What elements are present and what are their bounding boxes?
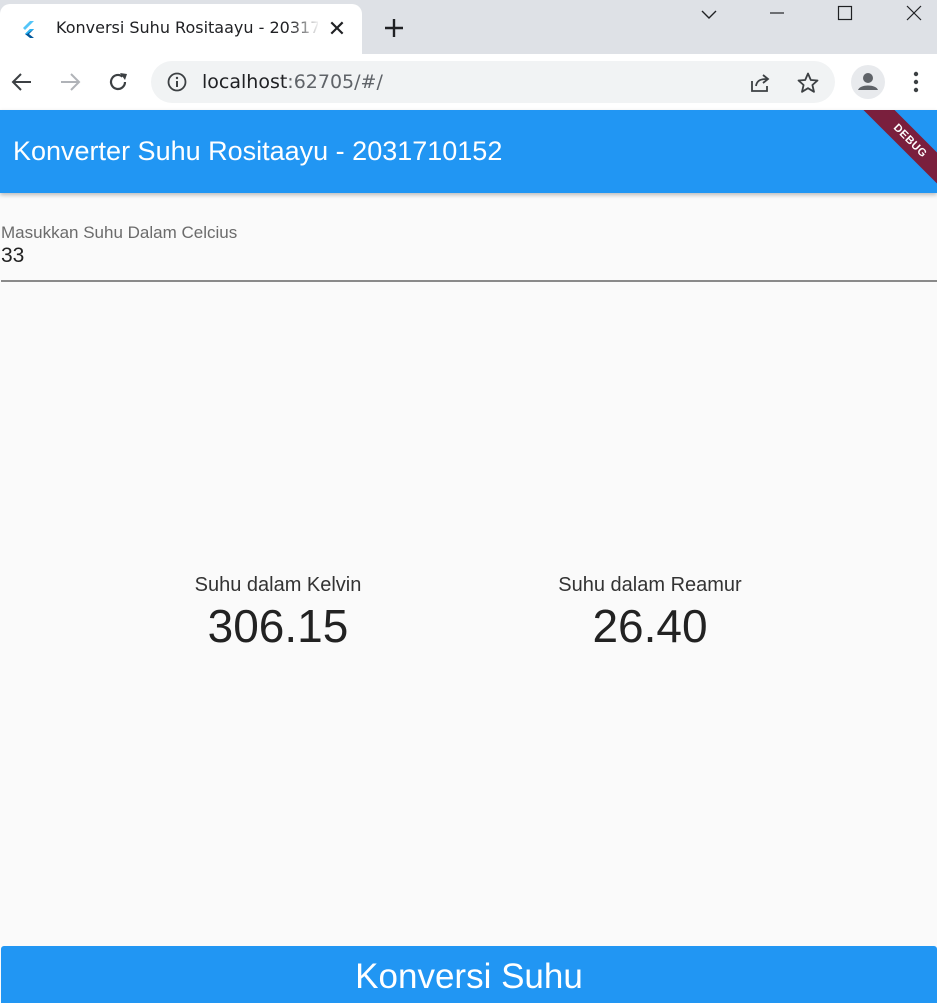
kelvin-label: Suhu dalam Kelvin bbox=[194, 574, 362, 596]
address-bar[interactable]: localhost:62705/#/ bbox=[151, 61, 835, 103]
celcius-input-field[interactable]: Masukkan Suhu Dalam Celcius 33 bbox=[1, 220, 937, 282]
debug-banner: DEBUG bbox=[856, 110, 937, 193]
minimize-icon[interactable] bbox=[754, 0, 800, 30]
tab-search-icon[interactable] bbox=[686, 0, 732, 30]
new-tab-icon[interactable] bbox=[380, 14, 408, 42]
celcius-input-value[interactable]: 33 bbox=[1, 244, 24, 268]
celcius-input-label: Masukkan Suhu Dalam Celcius bbox=[1, 223, 238, 242]
tab-close-icon[interactable]: ✕ bbox=[326, 18, 348, 40]
browser-tab[interactable]: Konversi Suhu Rositaayu - 2031710152 ✕ bbox=[0, 4, 362, 54]
reamur-label: Suhu dalam Reamur bbox=[558, 574, 742, 596]
convert-button[interactable]: Konversi Suhu bbox=[1, 946, 937, 1003]
flutter-icon bbox=[23, 21, 34, 38]
browser-tab-strip: Konversi Suhu Rositaayu - 2031710152 ✕ bbox=[0, 0, 937, 54]
url-path: :62705/#/ bbox=[287, 71, 383, 93]
forward-icon[interactable] bbox=[54, 66, 86, 98]
site-info-icon[interactable] bbox=[167, 72, 187, 92]
close-window-icon[interactable] bbox=[891, 0, 937, 30]
bookmark-star-icon[interactable] bbox=[796, 71, 820, 95]
url-text[interactable]: localhost:62705/#/ bbox=[202, 71, 383, 93]
app-bar: Konverter Suhu Rositaayu - 2031710152 DE… bbox=[0, 110, 937, 193]
share-icon[interactable] bbox=[748, 71, 772, 95]
url-host: localhost bbox=[202, 71, 288, 93]
profile-avatar[interactable] bbox=[851, 65, 885, 99]
kelvin-result: Suhu dalam Kelvin 306.15 bbox=[128, 574, 428, 653]
kelvin-value: 306.15 bbox=[207, 600, 349, 652]
person-icon bbox=[858, 73, 878, 90]
app-title: Konverter Suhu Rositaayu - 2031710152 bbox=[13, 136, 503, 166]
tab-title-fade bbox=[290, 14, 320, 44]
reamur-value: 26.40 bbox=[592, 600, 708, 652]
browser-toolbar: localhost:62705/#/ bbox=[0, 54, 937, 110]
maximize-icon[interactable] bbox=[822, 0, 868, 30]
reload-icon[interactable] bbox=[102, 66, 134, 98]
back-icon[interactable] bbox=[6, 66, 38, 98]
input-underline bbox=[1, 280, 937, 282]
reamur-result: Suhu dalam Reamur 26.40 bbox=[500, 574, 800, 653]
tab-title: Konversi Suhu Rositaayu - 2031710152 bbox=[56, 18, 318, 37]
browser-menu-icon[interactable] bbox=[904, 68, 928, 96]
